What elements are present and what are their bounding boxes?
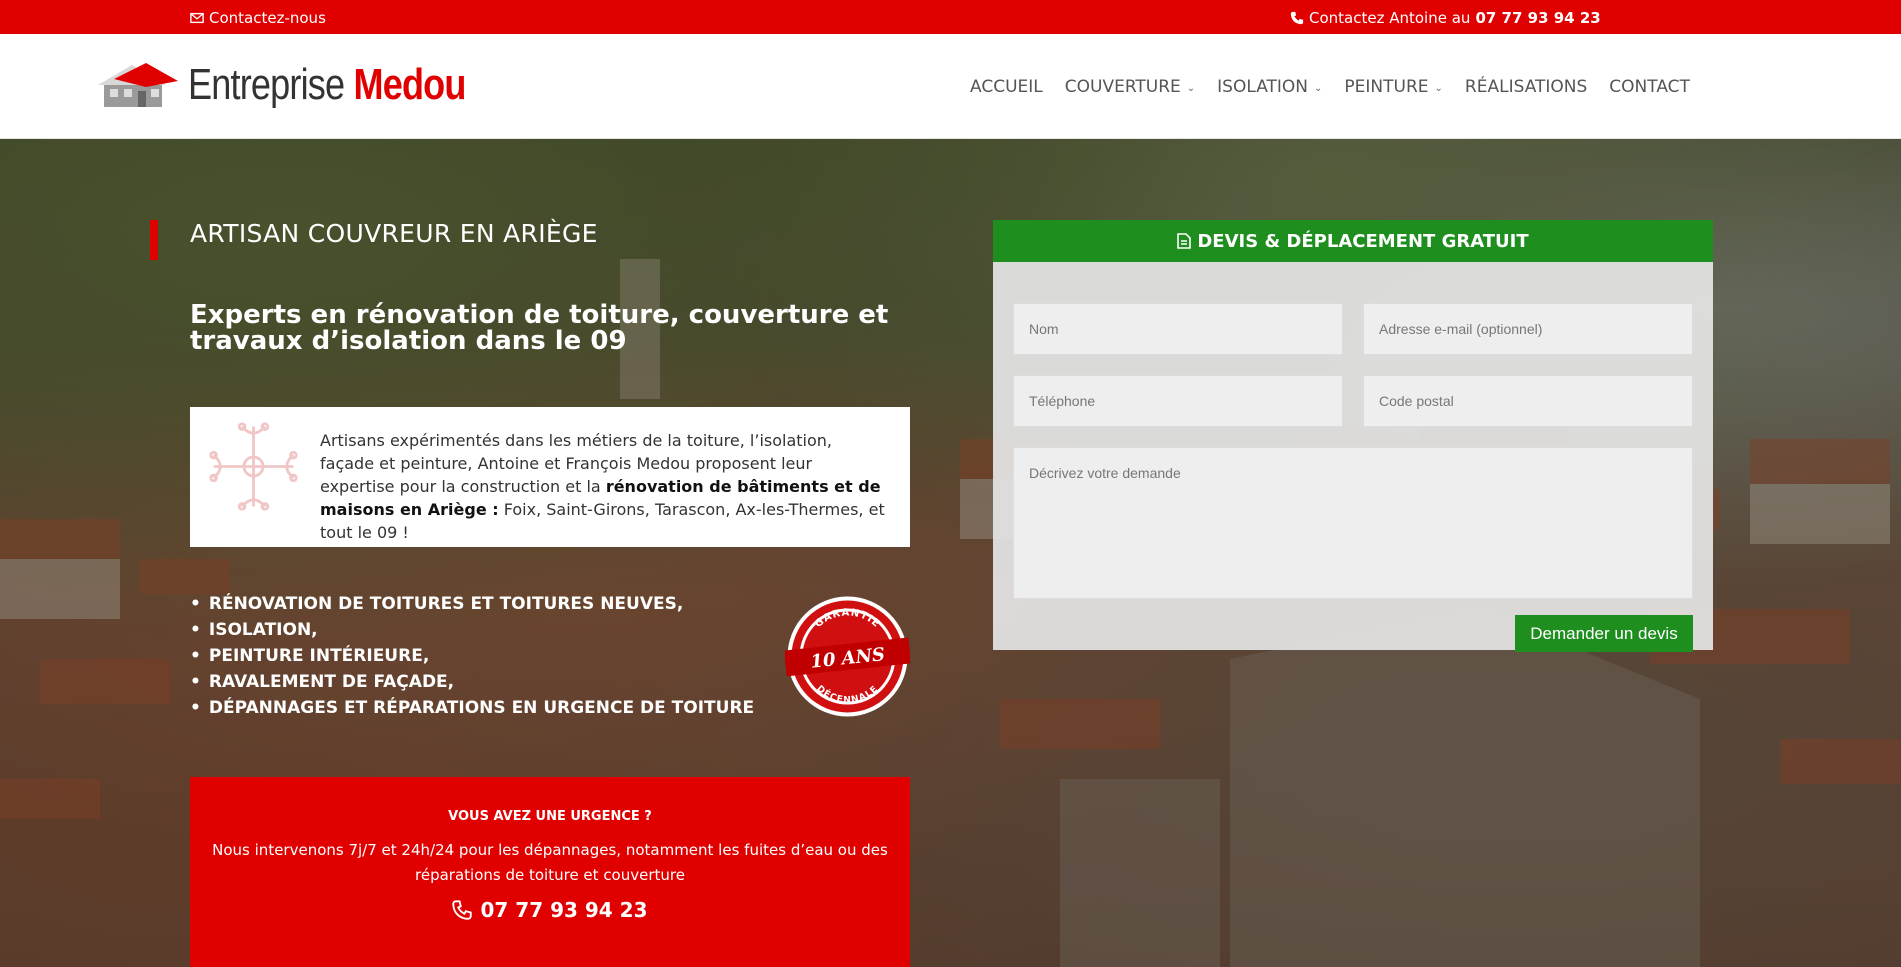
list-item: DÉPANNAGES ET RÉPARATIONS EN URGENCE DE …	[190, 695, 754, 721]
message-field[interactable]: Décrivez votre demande	[1013, 447, 1693, 599]
logo-word: Entreprise	[188, 60, 345, 109]
nav-label[interactable]: ACCUEIL	[970, 77, 1043, 97]
occitan-cross-icon	[209, 422, 298, 511]
message-placeholder: Décrivez votre demande	[1029, 465, 1181, 481]
emergency-phone-number[interactable]: 07 77 93 94 23	[480, 898, 647, 922]
nav-item-peinture[interactable]: PEINTURE ⌄	[1344, 77, 1443, 97]
intro-box: Artisans expérimentés dans les métiers d…	[190, 407, 910, 547]
contact-label[interactable]: Contactez-nous	[209, 9, 326, 27]
site-header: Entreprise Medou ACCUEIL COUVERTURE ⌄ ISO…	[0, 34, 1901, 139]
list-item: RÉNOVATION DE TOITURES ET TOITURES NEUVE…	[190, 591, 754, 617]
call-label: Contactez Antoine au	[1309, 9, 1471, 27]
nav-item-contact[interactable]: CONTACT	[1609, 77, 1690, 97]
services-list: RÉNOVATION DE TOITURES ET TOITURES NEUVE…	[190, 591, 754, 721]
contact-link[interactable]: Contactez-nous	[190, 9, 326, 27]
nav-label[interactable]: PEINTURE	[1344, 77, 1428, 97]
nav-item-realisations[interactable]: RÉALISATIONS	[1465, 77, 1587, 97]
postal-placeholder: Code postal	[1379, 393, 1454, 409]
top-bar: Contactez-nous Contactez Antoine au 07 7…	[0, 0, 1901, 34]
name-field[interactable]: Nom	[1013, 303, 1343, 355]
hero-subtitle: Experts en rénovation de toiture, couver…	[190, 300, 889, 356]
house-logo-icon	[98, 63, 178, 107]
chevron-down-icon: ⌄	[1186, 82, 1196, 94]
email-field[interactable]: Adresse e-mail (optionnel)	[1363, 303, 1693, 355]
logo-text: Entreprise Medou	[188, 60, 466, 110]
call-number[interactable]: 07 77 93 94 23	[1475, 9, 1600, 27]
form-header: DEVIS & DÉPLACEMENT GRATUIT	[993, 220, 1713, 262]
nav-item-isolation[interactable]: ISOLATION ⌄	[1217, 77, 1322, 97]
phone-icon	[1290, 11, 1304, 25]
emergency-phone[interactable]: 07 77 93 94 23	[190, 898, 910, 922]
phone-placeholder: Téléphone	[1029, 393, 1096, 409]
nav-label[interactable]: CONTACT	[1609, 77, 1690, 97]
list-item: ISOLATION,	[190, 617, 754, 643]
emergency-text: Nous intervenons 7j/7 et 24h/24 pour les…	[212, 841, 888, 884]
chevron-down-icon: ⌄	[1314, 82, 1323, 94]
nav-item-accueil[interactable]: ACCUEIL	[970, 77, 1043, 97]
logo-brand: Medou	[353, 60, 466, 109]
postal-code-field[interactable]: Code postal	[1363, 375, 1693, 427]
phone-field[interactable]: Téléphone	[1013, 375, 1343, 427]
submit-quote-button[interactable]: Demander un devis	[1515, 615, 1693, 652]
intro-text: Artisans expérimentés dans les métiers d…	[320, 429, 890, 544]
nav-label[interactable]: COUVERTURE	[1065, 77, 1181, 97]
quote-form: DEVIS & DÉPLACEMENT GRATUIT Nom Adresse …	[993, 220, 1713, 652]
email-placeholder: Adresse e-mail (optionnel)	[1379, 321, 1543, 337]
hero-tagline: ARTISAN COUVREUR EN ARIÈGE	[190, 219, 598, 248]
chevron-down-icon: ⌄	[1434, 82, 1443, 94]
hero-section: ARTISAN COUVREUR EN ARIÈGE Experts en ré…	[0, 139, 1901, 967]
call-link[interactable]: Contactez Antoine au 07 77 93 94 23	[1290, 9, 1601, 27]
document-icon	[1177, 233, 1192, 249]
phone-icon	[452, 900, 473, 920]
title-accent-bar	[150, 220, 158, 260]
nav-item-couverture[interactable]: COUVERTURE ⌄	[1065, 77, 1195, 97]
list-item: RAVALEMENT DE FAÇADE,	[190, 669, 754, 695]
emergency-title: VOUS AVEZ UNE URGENCE ?	[448, 809, 652, 824]
nav-label[interactable]: RÉALISATIONS	[1465, 77, 1587, 97]
list-item: PEINTURE INTÉRIEURE,	[190, 643, 754, 669]
main-nav: ACCUEIL COUVERTURE ⌄ ISOLATION ⌄ PEINTURE ⌄…	[970, 77, 1690, 97]
form-title: DEVIS & DÉPLACEMENT GRATUIT	[1197, 230, 1529, 252]
nav-label[interactable]: ISOLATION	[1217, 77, 1308, 97]
emergency-box: VOUS AVEZ UNE URGENCE ? Nous intervenons…	[190, 777, 910, 967]
guarantee-seal: GARANTIE 10 ANS DÉCENNALE	[785, 596, 910, 717]
envelope-icon	[190, 12, 204, 24]
logo[interactable]: Entreprise Medou	[96, 60, 527, 110]
name-placeholder: Nom	[1029, 321, 1059, 337]
